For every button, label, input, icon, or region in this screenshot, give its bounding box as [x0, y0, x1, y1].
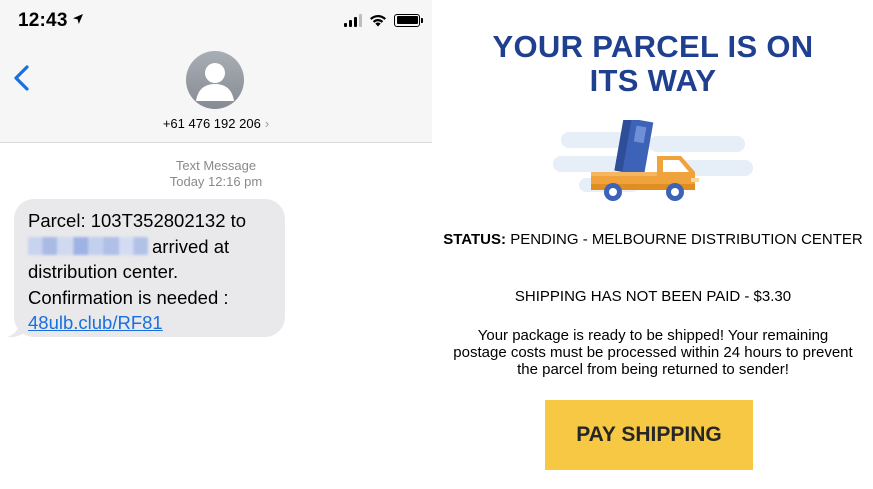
person-avatar-icon[interactable]: [186, 51, 244, 109]
sms-screen: 12:43 +61 476 192 206 › Text Message Tod…: [0, 0, 432, 489]
status-bar-time: 12:43: [18, 10, 84, 32]
conversation-header: 12:43 +61 476 192 206 ›: [0, 0, 432, 143]
page-headline: YOUR PARCEL IS ON ITS WAY: [433, 30, 873, 98]
message-line-1: Parcel: 103T352802132 to: [28, 210, 247, 231]
status-label: STATUS:: [443, 231, 507, 248]
headline-line-2: ITS WAY: [589, 63, 717, 98]
status-bar-icons: [344, 13, 423, 27]
contact-number-button[interactable]: +61 476 192 206 ›: [0, 116, 432, 131]
parcel-status: STATUS: PENDING - MELBOURNE DISTRIBUTION…: [433, 231, 873, 248]
chevron-left-icon[interactable]: [10, 62, 34, 94]
clock-text: 12:43: [18, 10, 68, 31]
cellular-signal-icon: [344, 13, 362, 27]
headline-line-1: YOUR PARCEL IS ON: [492, 29, 814, 64]
pay-shipping-button[interactable]: PAY SHIPPING: [545, 400, 753, 470]
status-value: PENDING - MELBOURNE DISTRIBUTION CENTER: [510, 231, 863, 248]
description-text: Your package is ready to be shipped! You…: [453, 327, 853, 378]
chevron-right-icon: ›: [264, 116, 270, 131]
shipping-notice: SHIPPING HAS NOT BEEN PAID - $3.30: [514, 288, 792, 305]
redacted-phone-number: [28, 236, 148, 255]
received-message-bubble[interactable]: Parcel: 103T352802132 to arrived at dist…: [14, 199, 285, 337]
contact-number: +61 476 192 206: [162, 116, 261, 131]
phishing-page: YOUR PARCEL IS ON ITS WAY STATUS: PENDIN…: [433, 0, 873, 489]
message-link[interactable]: 48ulb.club/RF81: [28, 312, 163, 333]
message-timestamp: Today 12:16 pm: [169, 174, 263, 189]
wifi-icon: [370, 14, 386, 27]
message-line-3: distribution center.: [28, 261, 179, 282]
delivery-truck-icon: [553, 120, 753, 201]
message-line-2: arrived at: [28, 234, 271, 260]
battery-icon: [394, 13, 423, 27]
message-type-label: Text Message: [175, 158, 257, 173]
location-arrow-icon: [72, 14, 83, 24]
message-line-4: Confirmation is needed :: [28, 286, 229, 308]
